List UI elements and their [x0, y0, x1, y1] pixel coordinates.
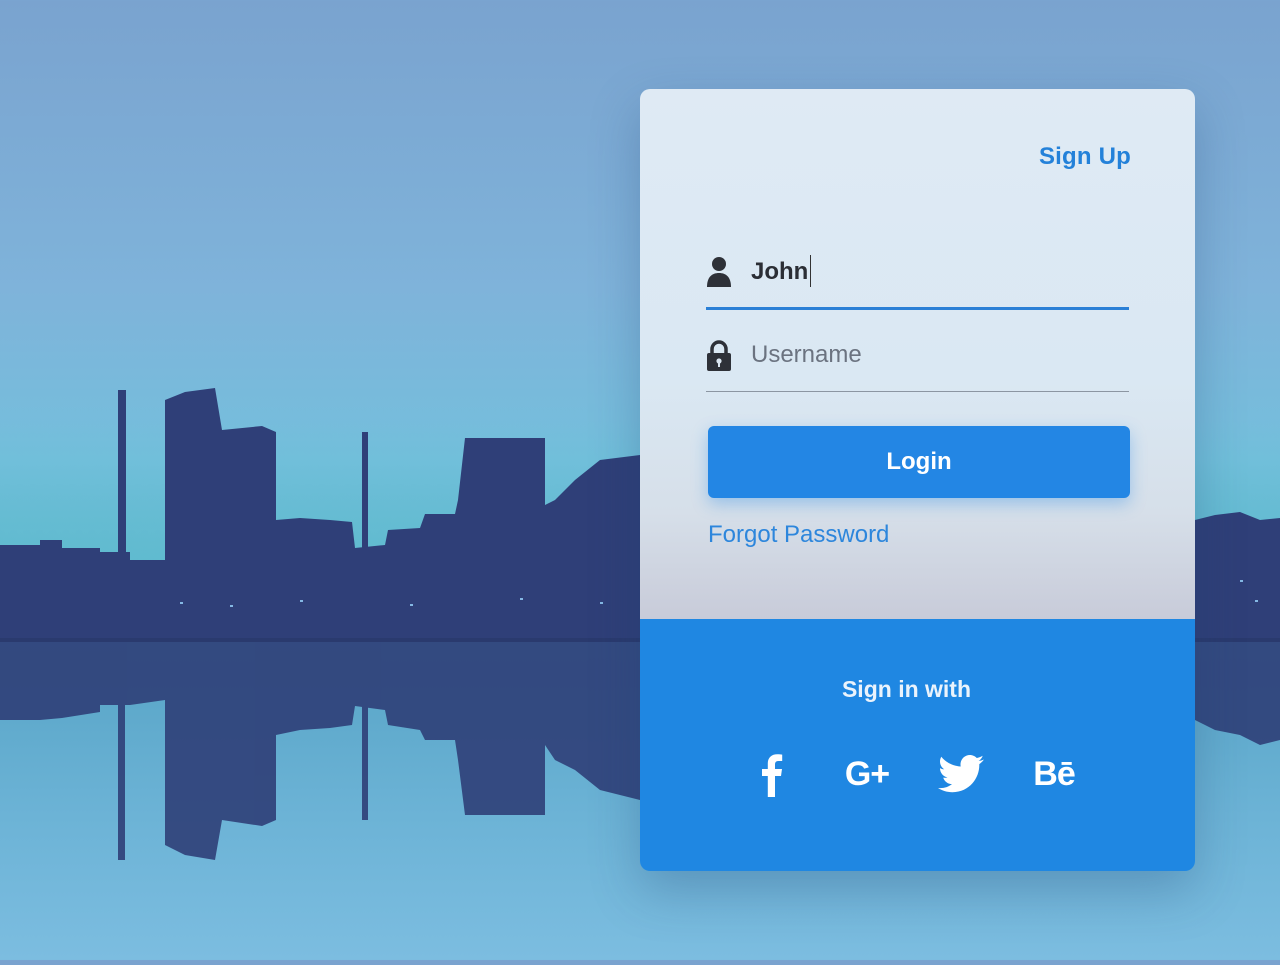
username-field[interactable]: John [706, 247, 1129, 310]
social-signin-panel: Sign in with G+ Bē [640, 619, 1195, 871]
sign-in-with-heading: Sign in with [841, 676, 972, 702]
login-form-panel: Sign Up John Login Forgot [640, 89, 1195, 619]
user-icon [706, 255, 732, 289]
sign-up-link[interactable]: Sign Up [1039, 143, 1131, 171]
login-card: Sign Up John Login Forgot [640, 89, 1195, 871]
twitter-icon [930, 749, 990, 799]
behance-button[interactable]: Bē [1024, 749, 1084, 799]
google-plus-icon: G+ [844, 755, 890, 793]
twitter-button[interactable] [930, 749, 990, 799]
forgot-password-link[interactable]: Forgot Password [708, 521, 889, 549]
text-caret [810, 254, 812, 287]
facebook-button[interactable] [742, 749, 802, 799]
username-value: John [751, 254, 812, 289]
login-button[interactable]: Login [708, 426, 1130, 498]
behance-icon: Bē [1033, 755, 1075, 793]
google-plus-button[interactable]: G+ [837, 749, 897, 799]
password-input[interactable] [751, 337, 1111, 373]
password-field[interactable] [706, 331, 1129, 392]
facebook-icon [742, 749, 802, 799]
lock-icon [706, 339, 732, 373]
